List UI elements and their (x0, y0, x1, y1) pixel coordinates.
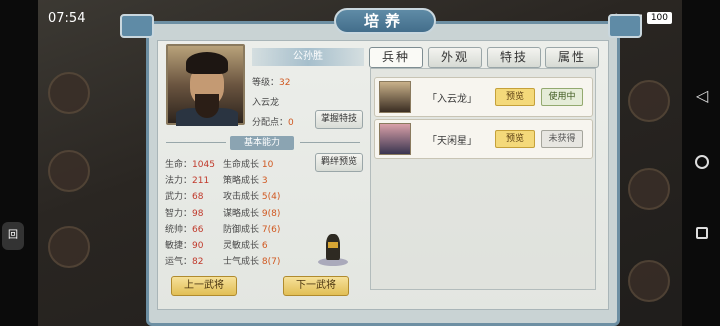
left-letterbox (0, 0, 38, 326)
bond-preview-button[interactable]: 羁绊预览 (315, 153, 363, 172)
unit-portrait (379, 81, 411, 113)
prev-hero-button[interactable]: 上一武将 (171, 276, 237, 296)
growth-tactics: 谋略成长 9(8) (223, 209, 281, 219)
tab-special-skill[interactable]: 特技 (487, 47, 541, 68)
floating-assistant-icon[interactable]: 回 (2, 222, 24, 250)
background-hero-icon (48, 226, 90, 268)
stat-force: 武力：68 (165, 192, 204, 202)
hero-title: 入云龙 (252, 98, 280, 108)
unit-preview-button[interactable]: 预览 (495, 130, 535, 148)
unit-figurine (318, 232, 348, 266)
hero-points: 分配点：0 (252, 118, 294, 128)
unit-status-button[interactable]: 未获得 (541, 130, 583, 148)
stat-luck: 运气：82 (165, 257, 204, 267)
unit-preview-button[interactable]: 预览 (495, 88, 535, 106)
next-hero-button[interactable]: 下一武将 (283, 276, 349, 296)
battery-icon: 100 (646, 12, 672, 24)
background-hero-icon (48, 150, 90, 192)
unit-portrait (379, 123, 411, 155)
unit-name: 「入云龙」 (427, 94, 477, 105)
unit-card[interactable]: 「天闲星」 预览 未获得 (374, 119, 593, 159)
growth-attack: 攻击成长 5(4) (223, 192, 281, 202)
hero-level: 等级：32 (252, 78, 291, 88)
hero-portrait (166, 44, 245, 126)
background-hero-icon (48, 72, 90, 114)
tab-appearance[interactable]: 外观 (428, 47, 482, 68)
panel-corner-ornament (120, 14, 154, 38)
tab-attributes[interactable]: 属性 (545, 47, 599, 68)
back-icon[interactable]: ◁ (692, 86, 712, 106)
stat-mp: 法力：211 (165, 176, 210, 186)
background-hero-icon (628, 80, 670, 122)
background-hero-icon (628, 168, 670, 210)
stat-intellect: 智力：98 (165, 209, 204, 219)
panel-corner-ornament (608, 14, 642, 38)
panel-title: 培养 (334, 8, 436, 34)
unit-card[interactable]: 「入云龙」 预览 使用中 (374, 77, 593, 117)
master-skill-button[interactable]: 掌握特技 (315, 110, 363, 129)
growth-hp: 生命成长 10 (223, 160, 274, 170)
background-hero-icon (628, 260, 670, 302)
growth-agility: 灵敏成长 6 (223, 241, 268, 251)
clock: 07:54 (48, 10, 86, 26)
unit-status-button[interactable]: 使用中 (541, 88, 583, 106)
hero-name: 公孙胜 (252, 48, 364, 66)
recent-apps-icon[interactable] (692, 224, 712, 244)
stat-command: 统帅：66 (165, 225, 204, 235)
unit-name: 「天闲星」 (427, 136, 477, 147)
growth-strategy: 策略成长 3 (223, 176, 268, 186)
section-basic-ability: 基本能力 (166, 136, 364, 150)
growth-morale: 士气成长 8(7) (223, 257, 281, 267)
stat-hp: 生命：1045 (165, 160, 215, 170)
growth-defense: 防御成长 7(6) (223, 225, 281, 235)
stat-agility: 敏捷：90 (165, 241, 204, 251)
home-icon[interactable] (692, 154, 712, 174)
tab-unit-type[interactable]: 兵种 (369, 47, 423, 68)
